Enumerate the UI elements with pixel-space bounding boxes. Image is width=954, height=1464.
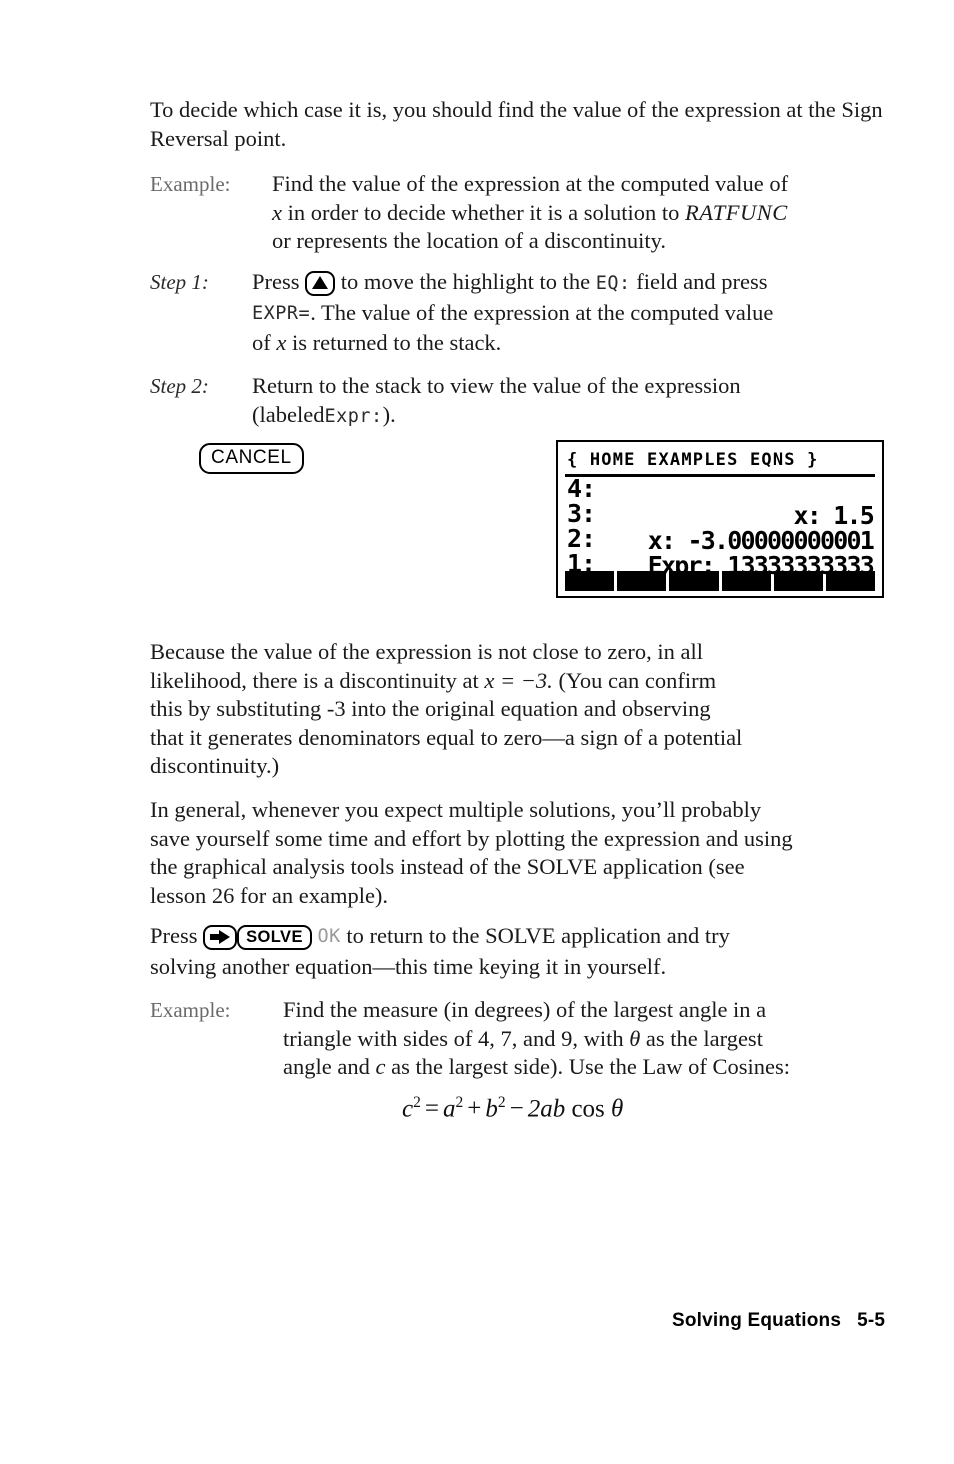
stack-row: 4:: [565, 474, 875, 503]
calculator-directory-header: { HOME EXAMPLES EQNS }: [567, 450, 819, 470]
calculator-softkey-menu: [565, 571, 876, 591]
example2-label-text: Example:: [150, 998, 231, 1022]
eq-a-var: a: [442, 1095, 456, 1123]
softkey-6[interactable]: [825, 571, 876, 591]
eq-lhs-var: c: [402, 1095, 414, 1123]
footer-page-number: 5-5: [857, 1310, 886, 1331]
softkey-4[interactable]: [721, 571, 771, 591]
example2-line2: triangle with sides of 4, 7, and 9, with…: [283, 1025, 763, 1051]
general-line3: the graphical analysis tools instead of …: [150, 854, 745, 879]
discontinuity-paragraph: Because the value of the expression is n…: [150, 638, 910, 781]
eq-plus: +: [467, 1095, 482, 1123]
general-line2: save yourself some time and effort by pl…: [150, 825, 793, 851]
general-line1: In general, whenever you expect multiple…: [150, 797, 762, 822]
calculator-header-rule: [565, 474, 875, 477]
example1-line1: Find the value of the expression at the …: [272, 171, 789, 196]
softkey-3[interactable]: [669, 571, 719, 591]
press-solve-paragraph: Press SOLVE OK to return to the SOLVE ap…: [150, 922, 920, 981]
example2-line1: Find the measure (in degrees) of the lar…: [283, 997, 767, 1022]
example2-body: Find the measure (in degrees) of the lar…: [283, 996, 903, 1082]
cancel-key-label: CANCEL: [211, 447, 292, 468]
softkey-5[interactable]: [773, 571, 823, 591]
stack-row: 2: x: -3.00000000001: [565, 524, 875, 555]
intro-paragraph: To decide which case it is, you should f…: [150, 96, 890, 153]
eq-equals: =: [424, 1095, 439, 1123]
expr-softkey-label[interactable]: EXPR=: [252, 303, 310, 324]
example1-label-text: Example:: [150, 172, 231, 196]
stack-level-number: 4:: [567, 474, 596, 503]
document-page: To decide which case it is, you should f…: [0, 0, 954, 1464]
discontinuity-line1: Because the value of the expression is n…: [150, 639, 703, 664]
step1-label-text: Step 1:: [150, 270, 209, 294]
intro-paragraph-text: To decide which case it is, you should f…: [150, 97, 883, 151]
discontinuity-line2: likelihood, there is a discontinuity at …: [150, 667, 717, 693]
solve-key[interactable]: SOLVE: [237, 925, 312, 950]
stack-level-number: 2:: [567, 524, 596, 553]
example2-theta: θ: [629, 1025, 641, 1051]
eq-b-exp: 2: [497, 1094, 506, 1111]
calculator-screen: { HOME EXAMPLES EQNS } 4: 3: x: 1.5 2: x…: [556, 440, 884, 598]
general-line4: lesson 26 for an example).: [150, 882, 389, 908]
stack-level-value: x: -3.00000000001: [647, 526, 875, 555]
step2-line1: Return to the stack to view the value of…: [252, 373, 741, 398]
discontinuity-math: x = −3.: [484, 667, 553, 693]
example1-var-x: x: [272, 199, 282, 225]
general-paragraph: In general, whenever you expect multiple…: [150, 796, 920, 910]
step1-line2: EXPR=. The value of the expression at th…: [252, 299, 774, 325]
eq-theta: θ: [611, 1095, 624, 1123]
press-solve-line1: Press SOLVE OK to return to the SOLVE ap…: [150, 923, 730, 950]
law-of-cosines-equation: c2 = a2 + b2−2ab cos θ: [402, 1094, 623, 1123]
page-footer: Solving Equations 5-5: [672, 1310, 885, 1332]
step1-line3: of x is returned to the stack.: [252, 330, 502, 355]
calculator-screen-inner: { HOME EXAMPLES EQNS } 4: 3: x: 1.5 2: x…: [563, 448, 877, 592]
discontinuity-line5: discontinuity.): [150, 753, 280, 778]
ok-softkey-label[interactable]: OK: [317, 926, 340, 947]
step2-label-text: Step 2:: [150, 374, 209, 398]
example2-var-c: c: [375, 1054, 386, 1079]
press-solve-line2: solving another equation—this time keyin…: [150, 953, 667, 979]
step1-var-x: x: [276, 330, 287, 355]
eq-minus: −: [509, 1095, 524, 1123]
right-arrow-key[interactable]: [203, 925, 238, 950]
footer-chapter: Solving Equations: [672, 1310, 842, 1331]
step1-line1: Press to move the highlight to the EQ: f…: [252, 269, 768, 296]
softkey-1[interactable]: [565, 571, 615, 591]
arrow-up-icon: [312, 276, 329, 289]
step2-line2: (labeledExpr:).: [252, 401, 396, 427]
example1-line3: or represents the location of a disconti…: [272, 228, 667, 253]
discontinuity-line3: this by substituting -3 into the origina…: [150, 696, 711, 721]
example1-label: Example:: [150, 170, 270, 199]
stack-row: 3: x: 1.5: [565, 499, 875, 530]
expr-stack-label: Expr:: [324, 405, 383, 427]
example1-line2: x in order to decide whether it is a sol…: [272, 199, 788, 225]
eq-coefficient: 2ab: [527, 1095, 566, 1123]
step1-body: Press to move the highlight to the EQ: f…: [252, 268, 892, 358]
discontinuity-line4: that it generates denominators equal to …: [150, 724, 743, 750]
eq-lhs-exp: 2: [413, 1094, 421, 1111]
eq-cos: cos: [571, 1095, 605, 1123]
example1-body: Find the value of the expression at the …: [272, 170, 892, 256]
example2-line3: angle and c as the largest side). Use th…: [283, 1054, 790, 1079]
example2-label: Example:: [150, 996, 280, 1025]
arrow-right-icon: [210, 930, 231, 944]
eq-field-label: EQ:: [595, 273, 631, 294]
softkey-2[interactable]: [617, 571, 667, 591]
calculator-stack: 4: 3: x: 1.5 2: x: -3.00000000001 1: Exp…: [565, 474, 875, 578]
up-arrow-key[interactable]: [305, 271, 336, 296]
stack-level-value: x: 1.5: [793, 501, 874, 530]
cancel-key[interactable]: CANCEL: [199, 443, 304, 474]
example1-ratfunc: RATFUNC: [685, 199, 788, 225]
stack-level-number: 3:: [567, 499, 596, 528]
step2-body: Return to the stack to view the value of…: [252, 372, 892, 431]
eq-b-var: b: [485, 1095, 498, 1123]
